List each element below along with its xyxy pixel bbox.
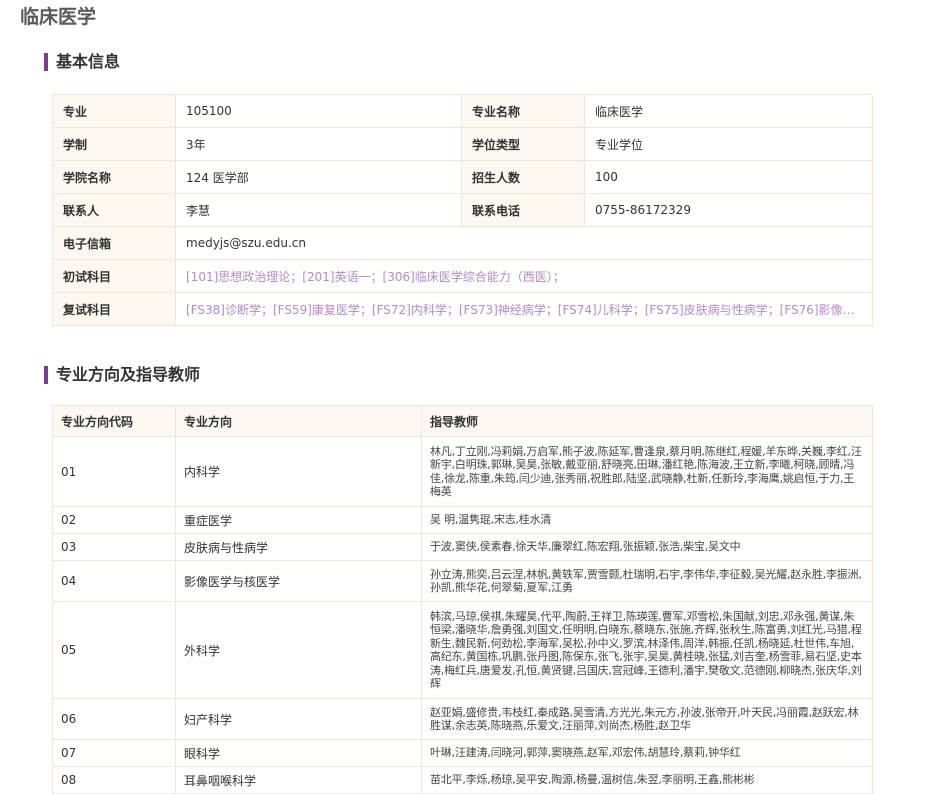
table-row: 02 重症医学 吴 明,温隽琨,宋志,桂水清 <box>52 506 873 534</box>
direction-name: 内科学 <box>175 436 422 507</box>
retest-subjects-link[interactable]: [FS38]诊断学；[FS59]康复医学；[FS72]内科学；[FS73]神经病… <box>175 292 873 326</box>
info-label: 联系电话 <box>461 193 585 227</box>
info-row-first-exam: 初试科目 [101]思想政治理论；[201]英语一；[306]临床医学综合能力（… <box>52 259 873 293</box>
direction-teachers: 孙立涛,熊奕,吕云涅,林帆,黄轶军,贾雪颢,杜瑞明,石宇,李伟华,李征毅,吴光耀… <box>421 560 873 602</box>
first-exam-label: 初试科目 <box>52 259 176 293</box>
direction-teachers: 叶琳,汪建涛,闫晓河,郭萍,窦晓燕,赵军,邓宏伟,胡慧玲,蔡莉,钟华红 <box>421 739 873 767</box>
retest-label: 复试科目 <box>52 292 176 326</box>
direction-code: 07 <box>52 739 176 767</box>
directions-header-row: 专业方向代码 专业方向 指导教师 <box>52 405 873 437</box>
info-row: 联系人 李慧 联系电话 0755-86172329 <box>52 193 873 227</box>
info-label: 联系人 <box>52 193 176 227</box>
info-row: 专业 105100 专业名称 临床医学 <box>52 94 873 128</box>
direction-name: 皮肤病与性病学 <box>175 533 422 561</box>
info-row-email: 电子信箱 medyjs@szu.edu.cn <box>52 226 873 260</box>
info-label: 学院名称 <box>52 160 176 194</box>
direction-name: 妇产科学 <box>175 698 422 740</box>
info-value: 124 医学部 <box>175 160 462 194</box>
header-code: 专业方向代码 <box>52 405 176 437</box>
direction-name: 重症医学 <box>175 506 422 534</box>
section-title-directions: 专业方向及指导教师 <box>44 366 200 384</box>
header-direction: 专业方向 <box>175 405 422 437</box>
section-title-basic-info: 基本信息 <box>44 53 120 71</box>
email-value: medyjs@szu.edu.cn <box>175 226 873 260</box>
info-value: 3年 <box>175 127 462 161</box>
table-row: 07 眼科学 叶琳,汪建涛,闫晓河,郭萍,窦晓燕,赵军,邓宏伟,胡慧玲,蔡莉,钟… <box>52 739 873 767</box>
direction-code: 06 <box>52 698 176 740</box>
info-label: 学制 <box>52 127 176 161</box>
table-row: 03 皮肤病与性病学 于波,窦侠,侯素春,徐天华,廉翠红,陈宏翔,张振颖,张浩,… <box>52 533 873 561</box>
info-value: 100 <box>584 160 873 194</box>
direction-teachers: 吴 明,温隽琨,宋志,桂水清 <box>421 506 873 534</box>
info-label: 学位类型 <box>461 127 585 161</box>
direction-code: 08 <box>52 766 176 794</box>
direction-name: 影像医学与核医学 <box>175 560 422 602</box>
direction-teachers: 韩滨,马琼,侯祺,朱耀昊,代平,陶蔚,王祥卫,陈瑛莲,曹军,邓雪松,朱国献,刘忠… <box>421 601 873 699</box>
direction-teachers: 赵亚娟,盛修贵,韦枝红,秦成路,吴雪清,方光光,朱元方,孙波,张帝开,叶天民,冯… <box>421 698 873 740</box>
info-value: 临床医学 <box>584 94 873 128</box>
direction-name: 耳鼻咽喉科学 <box>175 766 422 794</box>
info-row: 学院名称 124 医学部 招生人数 100 <box>52 160 873 194</box>
direction-code: 02 <box>52 506 176 534</box>
info-label: 专业名称 <box>461 94 585 128</box>
info-value: 李慧 <box>175 193 462 227</box>
table-row: 05 外科学 韩滨,马琼,侯祺,朱耀昊,代平,陶蔚,王祥卫,陈瑛莲,曹军,邓雪松… <box>52 601 873 699</box>
direction-teachers: 于波,窦侠,侯素春,徐天华,廉翠红,陈宏翔,张振颖,张浩,柴宝,吴文中 <box>421 533 873 561</box>
table-row: 06 妇产科学 赵亚娟,盛修贵,韦枝红,秦成路,吴雪清,方光光,朱元方,孙波,张… <box>52 698 873 740</box>
direction-teachers: 林凡,丁立刚,冯莉娟,万启军,熊子波,陈延军,曹逢泉,蔡月明,陈继红,程媛,羊东… <box>421 436 873 507</box>
header-teachers: 指导教师 <box>421 405 873 437</box>
first-exam-subjects-link[interactable]: [101]思想政治理论；[201]英语一；[306]临床医学综合能力（西医）； <box>175 259 873 293</box>
info-label: 专业 <box>52 94 176 128</box>
direction-name: 眼科学 <box>175 739 422 767</box>
direction-code: 01 <box>52 436 176 507</box>
direction-code: 04 <box>52 560 176 602</box>
info-label: 招生人数 <box>461 160 585 194</box>
direction-teachers: 苗北平,李烁,杨琼,吴平安,陶源,杨曼,温树信,朱翌,李丽明,王鑫,熊彬彬 <box>421 766 873 794</box>
direction-code: 03 <box>52 533 176 561</box>
info-row: 学制 3年 学位类型 专业学位 <box>52 127 873 161</box>
page-title: 临床医学 <box>20 6 97 28</box>
info-value: 105100 <box>175 94 462 128</box>
info-value: 0755-86172329 <box>584 193 873 227</box>
table-row: 08 耳鼻咽喉科学 苗北平,李烁,杨琼,吴平安,陶源,杨曼,温树信,朱翌,李丽明… <box>52 766 873 794</box>
directions-table: 专业方向代码 专业方向 指导教师 01 内科学 林凡,丁立刚,冯莉娟,万启军,熊… <box>52 405 873 794</box>
info-row-retest: 复试科目 [FS38]诊断学；[FS59]康复医学；[FS72]内科学；[FS7… <box>52 292 873 326</box>
table-row: 04 影像医学与核医学 孙立涛,熊奕,吕云涅,林帆,黄轶军,贾雪颢,杜瑞明,石宇… <box>52 560 873 602</box>
direction-code: 05 <box>52 601 176 699</box>
direction-name: 外科学 <box>175 601 422 699</box>
table-row: 01 内科学 林凡,丁立刚,冯莉娟,万启军,熊子波,陈延军,曹逢泉,蔡月明,陈继… <box>52 436 873 507</box>
info-value: 专业学位 <box>584 127 873 161</box>
basic-info-table: 专业 105100 专业名称 临床医学 学制 3年 学位类型 专业学位 学院名称… <box>52 94 873 326</box>
email-label: 电子信箱 <box>52 226 176 260</box>
